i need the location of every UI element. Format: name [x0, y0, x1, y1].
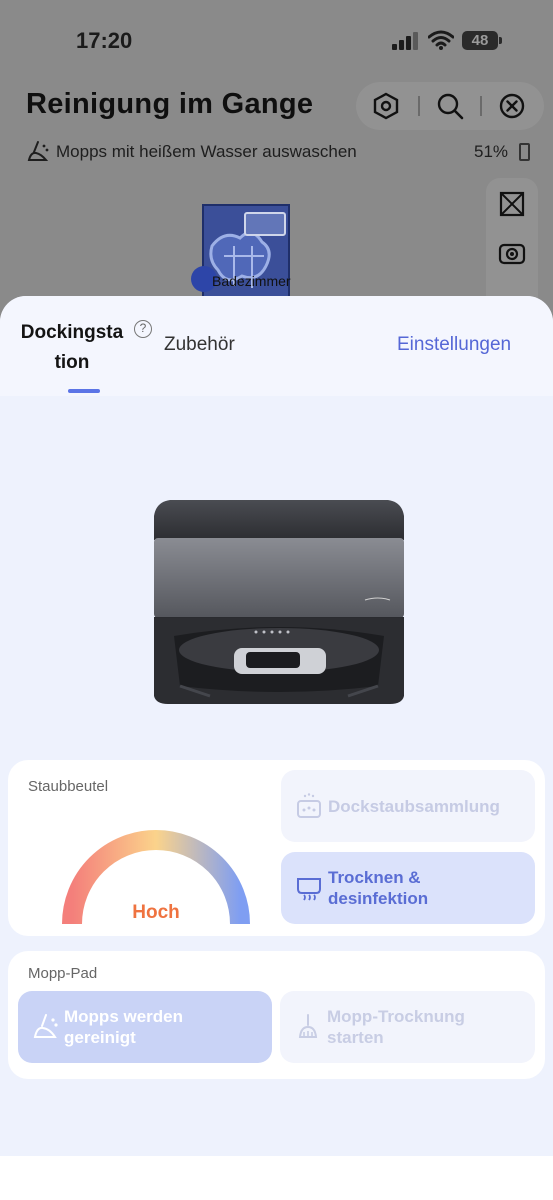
mop-dry-button[interactable]: Mopp-Trocknung starten [280, 991, 535, 1063]
map-view-icon[interactable] [498, 190, 526, 218]
battery-indicator: 48 [462, 31, 502, 50]
tab-dockingstation[interactable]: Dockingsta tion [14, 318, 130, 378]
dry-disinfect-label-line1: Trocknen & [328, 868, 421, 887]
tab-zubehoer[interactable]: Zubehör [164, 334, 235, 356]
active-tab-indicator [68, 389, 100, 393]
close-circle-icon[interactable] [498, 92, 526, 120]
mop-wash-label-line2: gereinigt [64, 1028, 136, 1047]
tab-dockingstation-line2: tion [54, 352, 90, 373]
status-time: 17:20 [76, 28, 133, 53]
dry-disinfect-label-line2: desinfektion [328, 889, 429, 908]
dust-bag-card: Staubbeutel Hoch Dockstaubsammlung Trock… [8, 760, 545, 936]
wifi-icon [428, 30, 454, 50]
docking-station-image [154, 500, 404, 704]
signal-icon [392, 32, 418, 50]
dock-dust-collection-button[interactable]: Dockstaubsammlung [281, 770, 535, 842]
dry-disinfect-icon [297, 878, 321, 901]
cleaning-title: Reinigung im Gange [26, 88, 314, 120]
mop-wash-label: Mopps werden gereinigt [64, 1006, 183, 1048]
mop-wash-status-icon [27, 141, 49, 161]
mop-wash-label-line1: Mopps werden [64, 1007, 184, 1026]
hexagon-target-icon[interactable] [372, 92, 400, 120]
sheet-header: Dockingsta tion ? Zubehör Einstellungen [0, 296, 553, 396]
robot-battery-percent: 51% [474, 142, 509, 161]
battery-level: 48 [462, 31, 498, 50]
mop-pad-card: Mopp-Pad Mopps werden gereinigt Mopp-Tro… [8, 951, 545, 1079]
mop-pad-title: Mopp-Pad [28, 965, 98, 982]
mop-dry-label-line2: starten [327, 1028, 384, 1047]
toolbar-separator [480, 96, 482, 116]
search-icon[interactable] [436, 92, 464, 120]
help-icon[interactable]: ? [134, 320, 152, 338]
cleaning-status-text: Mopps mit heißem Wasser auswaschen [56, 142, 357, 161]
background-app: 17:20 48 Reinigung im Gange Mopps mit he… [0, 0, 553, 340]
mop-wash-icon [33, 1014, 58, 1038]
dust-bin-icon [297, 793, 321, 818]
dock-dust-collection-label: Dockstaubsammlung [328, 797, 500, 816]
toolbar-separator [418, 96, 420, 116]
dust-level-label: Hoch [132, 902, 180, 923]
dust-bag-title: Staubbeutel [28, 778, 109, 795]
settings-link[interactable]: Einstellungen [397, 334, 511, 356]
dock-sheet: Dockingsta tion ? Zubehör Einstellungen [0, 296, 553, 1156]
dry-disinfect-label: Trocknen & desinfektion [328, 867, 428, 909]
mop-dry-icon [298, 1014, 318, 1038]
room-label: Badezimmer [212, 273, 291, 289]
robot-battery-icon [519, 143, 530, 161]
camera-icon[interactable] [498, 240, 526, 268]
status-bar: 17:20 48 [0, 0, 553, 80]
mop-dry-label-line1: Mopp-Trocknung [327, 1007, 465, 1026]
tab-dockingstation-line1: Dockingsta [20, 322, 124, 343]
mop-dry-label: Mopp-Trocknung starten [327, 1006, 465, 1048]
map-toolbar [356, 82, 544, 130]
home-indicator-area [0, 1156, 553, 1200]
battery-tip [499, 37, 502, 44]
map-dock-marker [244, 212, 286, 236]
dry-disinfect-button[interactable]: Trocknen & desinfektion [281, 852, 535, 924]
mop-wash-button[interactable]: Mopps werden gereinigt [18, 991, 272, 1063]
